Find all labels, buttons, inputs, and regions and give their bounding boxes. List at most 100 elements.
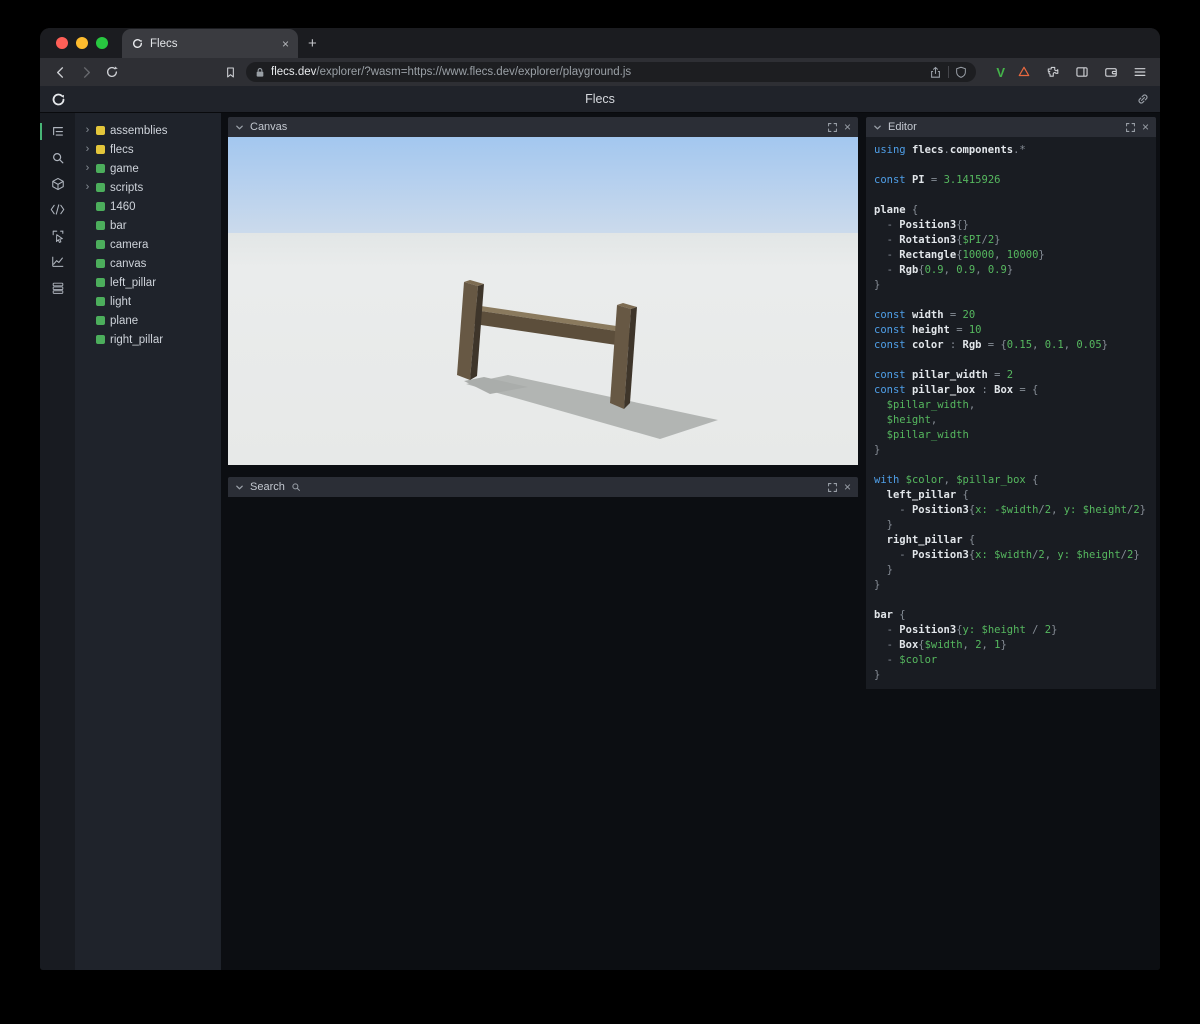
editor-code[interactable]: using flecs.components.* const PI = 3.14… bbox=[866, 137, 1156, 689]
tree-item-camera[interactable]: camera bbox=[75, 235, 221, 254]
left-column: Canvas × Search × bbox=[228, 117, 858, 497]
queries-rows-icon[interactable] bbox=[40, 279, 75, 296]
entities-cube-icon[interactable] bbox=[40, 175, 75, 192]
code-line: const pillar_width = 2 bbox=[874, 369, 1014, 381]
forward-icon[interactable] bbox=[76, 62, 96, 82]
fullscreen-icon[interactable] bbox=[827, 122, 838, 133]
sidebar-toggle-icon[interactable] bbox=[1072, 62, 1092, 82]
tab-strip: Flecs × + bbox=[40, 28, 1160, 58]
fullscreen-icon[interactable] bbox=[1125, 122, 1136, 133]
workspace: Canvas × Search × Editor × using flecs.c… bbox=[221, 113, 1160, 970]
close-window-button[interactable] bbox=[56, 37, 68, 49]
entity-tree: › assemblies › flecs › game › scripts 1460 bar cam… bbox=[75, 113, 221, 970]
expand-chevron-icon[interactable]: › bbox=[84, 144, 91, 155]
code-line: } bbox=[874, 564, 893, 576]
collapse-chevron-icon[interactable] bbox=[235, 123, 244, 132]
tree-item-bar[interactable]: bar bbox=[75, 216, 221, 235]
tree-item-right_pillar[interactable]: right_pillar bbox=[75, 330, 221, 349]
expand-chevron-icon[interactable]: › bbox=[84, 182, 91, 193]
tab-close-icon[interactable]: × bbox=[282, 38, 289, 50]
code-line: } bbox=[874, 669, 881, 681]
bookmark-icon[interactable] bbox=[220, 62, 240, 82]
code-editor-icon[interactable] bbox=[40, 201, 75, 218]
tree-item-label: scripts bbox=[110, 181, 144, 194]
menu-icon[interactable] bbox=[1130, 62, 1150, 82]
tree-item-label: plane bbox=[110, 314, 139, 327]
address-bar-divider bbox=[948, 66, 950, 78]
tree-item-flecs[interactable]: › flecs bbox=[75, 140, 221, 159]
tree-item-plane[interactable]: plane bbox=[75, 311, 221, 330]
search-panel-header: Search × bbox=[228, 477, 858, 497]
tree-item-label: left_pillar bbox=[110, 276, 157, 289]
tree-item-label: game bbox=[110, 162, 139, 175]
inspect-cursor-icon[interactable] bbox=[40, 227, 75, 244]
code-line: - Rectangle{10000, 10000} bbox=[874, 249, 1045, 261]
close-icon[interactable]: × bbox=[844, 121, 851, 133]
tree-item-assemblies[interactable]: › assemblies bbox=[75, 121, 221, 140]
tree-item-left_pillar[interactable]: left_pillar bbox=[75, 273, 221, 292]
brave-rewards-icon[interactable] bbox=[1014, 62, 1034, 82]
entity-color-swatch bbox=[96, 183, 105, 192]
tree-item-light[interactable]: light bbox=[75, 292, 221, 311]
close-icon[interactable]: × bbox=[1142, 121, 1149, 133]
code-line: with $color, $pillar_box { bbox=[874, 474, 1039, 486]
tree-item-game[interactable]: › game bbox=[75, 159, 221, 178]
collapse-chevron-icon[interactable] bbox=[235, 483, 244, 492]
extensions-puzzle-icon[interactable] bbox=[1043, 62, 1063, 82]
close-icon[interactable]: × bbox=[844, 481, 851, 493]
code-line: const height = 10 bbox=[874, 324, 982, 336]
minimize-window-button[interactable] bbox=[76, 37, 88, 49]
code-line: } bbox=[874, 519, 893, 531]
brave-shield-icon[interactable] bbox=[955, 66, 967, 79]
expand-chevron-icon[interactable]: › bbox=[84, 163, 91, 174]
tree-item-label: right_pillar bbox=[110, 333, 164, 346]
code-line: const width = 20 bbox=[874, 309, 976, 321]
zoom-window-button[interactable] bbox=[96, 37, 108, 49]
tree-item-scripts[interactable]: › scripts bbox=[75, 178, 221, 197]
back-icon[interactable] bbox=[50, 62, 70, 82]
tree-item-label: light bbox=[110, 295, 132, 308]
app-header: Flecs bbox=[40, 86, 1160, 113]
fullscreen-icon[interactable] bbox=[827, 482, 838, 493]
wallet-icon[interactable] bbox=[1101, 62, 1121, 82]
stats-chart-icon[interactable] bbox=[40, 253, 75, 270]
address-bar[interactable]: flecs.dev/explorer/?wasm=https://www.fle… bbox=[246, 62, 977, 82]
share-icon[interactable] bbox=[929, 66, 942, 79]
entity-color-swatch bbox=[96, 145, 105, 154]
browser-toolbar: flecs.dev/explorer/?wasm=https://www.fle… bbox=[40, 58, 1160, 86]
editor-column: Editor × using flecs.components.* const … bbox=[866, 117, 1156, 689]
tree-item-canvas[interactable]: canvas bbox=[75, 254, 221, 273]
editor-panel-title: Editor bbox=[888, 121, 917, 133]
reload-icon[interactable] bbox=[102, 62, 122, 82]
tree-item-label: bar bbox=[110, 219, 127, 232]
tree-view-icon[interactable] bbox=[40, 123, 75, 140]
code-line: const pillar_box : Box = { bbox=[874, 384, 1039, 396]
tree-item-label: 1460 bbox=[110, 200, 136, 213]
expand-chevron-icon[interactable]: › bbox=[84, 125, 91, 136]
collapse-chevron-icon[interactable] bbox=[873, 123, 882, 132]
flecs-explorer-app: Flecs › assemblies › flecs › game › scri… bbox=[40, 86, 1160, 970]
tree-item-label: camera bbox=[110, 238, 149, 251]
vimium-extension-icon[interactable]: V bbox=[996, 65, 1005, 80]
nav-icon-bar bbox=[40, 113, 75, 970]
search-icon bbox=[291, 482, 301, 492]
new-tab-button[interactable]: + bbox=[308, 35, 317, 52]
code-line: left_pillar { bbox=[886, 489, 969, 501]
share-link-icon[interactable] bbox=[1136, 92, 1150, 106]
entity-color-swatch bbox=[96, 202, 105, 211]
code-line: plane { bbox=[874, 204, 919, 216]
entity-color-swatch bbox=[96, 335, 105, 344]
panel-gap bbox=[228, 465, 858, 477]
tree-item-1460[interactable]: 1460 bbox=[75, 197, 221, 216]
page-title: Flecs bbox=[585, 92, 615, 106]
browser-tab[interactable]: Flecs × bbox=[122, 29, 298, 58]
canvas-3d-viewport[interactable] bbox=[228, 137, 858, 465]
search-nav-icon[interactable] bbox=[40, 149, 75, 166]
extension-cluster: V bbox=[996, 62, 1150, 82]
lock-icon[interactable] bbox=[255, 67, 265, 78]
code-line: - Box{$width, 2, 1} bbox=[874, 639, 1007, 651]
entity-color-swatch bbox=[96, 259, 105, 268]
